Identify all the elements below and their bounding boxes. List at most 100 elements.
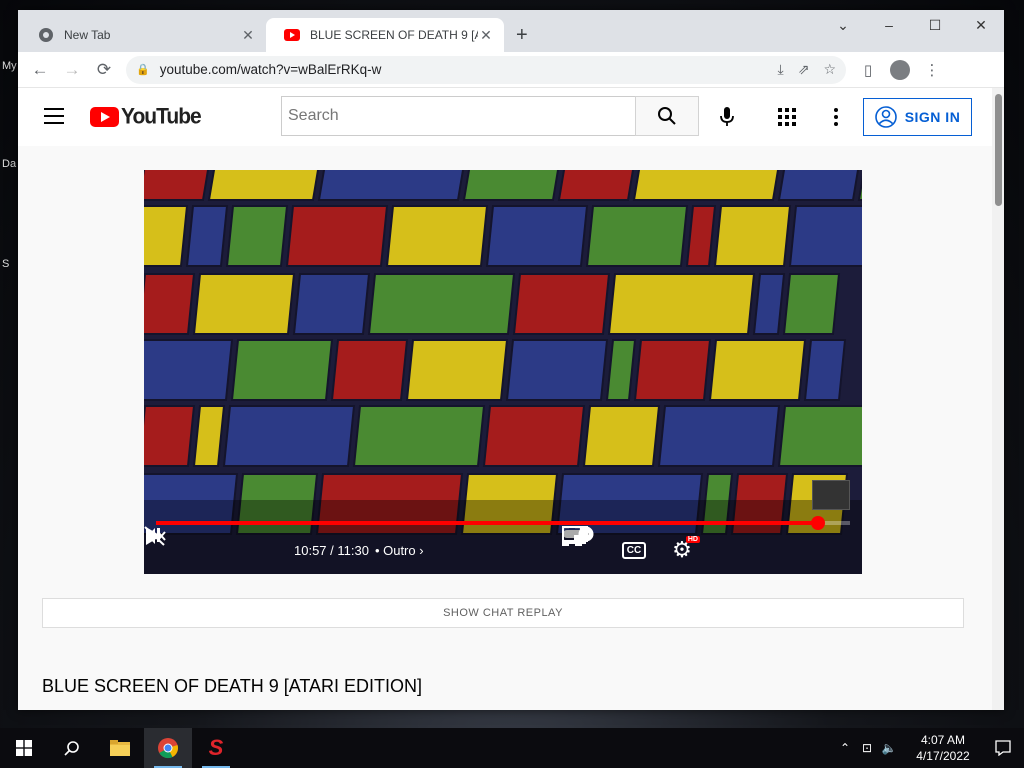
voice-search-button[interactable]: [708, 98, 746, 136]
video-tile: [330, 339, 409, 401]
search-icon: [64, 741, 79, 756]
video-frame-tiles: [144, 170, 862, 574]
sign-in-button[interactable]: SIGN IN: [863, 98, 972, 136]
video-tile: [317, 170, 465, 201]
search-button[interactable]: [635, 96, 699, 136]
video-tile: [144, 205, 189, 267]
browser-menu-icon[interactable]: ⋮: [916, 56, 948, 84]
desktop-label[interactable]: My: [2, 60, 17, 72]
video-tile: [782, 273, 841, 335]
video-tile: [557, 170, 635, 201]
video-tile: [230, 339, 334, 401]
video-tile: [752, 273, 786, 335]
url-text: youtube.com/watch?v=wBalErRKq-w: [159, 62, 382, 77]
show-chat-replay-button[interactable]: SHOW CHAT REPLAY: [42, 598, 964, 628]
reload-button[interactable]: ⟳: [88, 56, 120, 84]
search-input[interactable]: Search: [281, 96, 636, 136]
fullscreen-button[interactable]: [562, 526, 850, 574]
video-tile: [505, 339, 609, 401]
page-scrollbar[interactable]: [992, 88, 1004, 710]
miniplayer-button[interactable]: [562, 526, 754, 574]
side-panel-icon[interactable]: ▯: [852, 56, 884, 84]
youtube-play-logo-icon: [90, 107, 119, 127]
video-tile: [222, 405, 356, 467]
bookmark-star-icon[interactable]: ☆: [823, 61, 836, 78]
next-button[interactable]: [146, 526, 240, 574]
app-s-taskbar-button[interactable]: S: [192, 728, 240, 768]
video-tile: [207, 170, 320, 201]
search-button-taskbar[interactable]: [48, 728, 96, 768]
settings-button[interactable]: ⚙ HD: [658, 526, 706, 574]
video-player[interactable]: 10:57 / 11:30 • Outro › CC ⚙ HD: [144, 170, 862, 574]
video-tile: [777, 405, 862, 467]
progress-bar[interactable]: [156, 516, 850, 530]
tab-title: BLUE SCREEN OF DEATH 9 [ATARI: [310, 28, 478, 42]
video-tile: [144, 339, 234, 401]
hamburger-menu-icon[interactable]: [44, 108, 64, 124]
clock-time: 4:07 AM: [920, 733, 966, 747]
volume-muted-icon: [144, 526, 166, 546]
scrollbar-thumb[interactable]: [995, 94, 1002, 206]
time-display: 10:57 / 11:30: [294, 542, 369, 558]
maximize-button[interactable]: ☐: [912, 10, 958, 40]
folder-icon: [110, 740, 130, 756]
progress-fill: [156, 521, 818, 525]
desktop-label[interactable]: Da: [2, 158, 16, 170]
tab-title: New Tab: [64, 28, 111, 42]
video-tile: [582, 405, 661, 467]
back-button[interactable]: ←: [24, 56, 56, 84]
video-tile: [605, 339, 637, 401]
close-icon[interactable]: ✕: [478, 27, 494, 44]
video-tile: [632, 170, 780, 201]
volume-icon[interactable]: 🔈: [878, 741, 900, 755]
video-tile: [144, 170, 210, 201]
new-tab-button[interactable]: +: [516, 24, 528, 47]
video-tile: [225, 205, 289, 267]
tab-new-tab[interactable]: New Tab ✕: [20, 18, 266, 52]
more-options-icon[interactable]: [822, 105, 850, 129]
user-circle-icon: [874, 106, 897, 128]
install-icon[interactable]: ⤓: [778, 61, 784, 78]
lock-icon[interactable]: 🔒: [136, 63, 150, 76]
mute-button[interactable]: [144, 526, 288, 574]
player-controls: 10:57 / 11:30 • Outro › CC ⚙ HD: [144, 526, 862, 574]
chrome-icon: [158, 738, 178, 759]
hd-badge: HD: [685, 536, 700, 543]
address-bar[interactable]: 🔒 youtube.com/watch?v=wBalErRKq-w ⤓ ⇗ ☆: [126, 55, 846, 84]
close-window-button[interactable]: ✕: [958, 10, 1004, 40]
tab-youtube-video[interactable]: BLUE SCREEN OF DEATH 9 [ATARI ✕: [266, 18, 504, 52]
chrome-taskbar-button[interactable]: [144, 728, 192, 768]
profile-avatar[interactable]: [884, 56, 916, 84]
video-tile: [685, 205, 717, 267]
chapter-title[interactable]: • Outro ›: [375, 543, 424, 558]
browser-window: New Tab ✕ BLUE SCREEN OF DEATH 9 [ATARI …: [18, 10, 1004, 710]
red-s-app-icon: S: [208, 735, 224, 760]
window-controls: ⌄ – ☐ ✕: [820, 10, 1004, 40]
forward-button[interactable]: →: [56, 56, 88, 84]
theater-mode-button[interactable]: [562, 526, 802, 574]
close-icon[interactable]: ✕: [240, 27, 256, 44]
clock[interactable]: 4:07 AM 4/17/2022: [904, 732, 982, 764]
notifications-button[interactable]: [982, 740, 1024, 756]
youtube-logo[interactable]: YouTube: [90, 104, 202, 129]
video-tile: [192, 273, 296, 335]
tab-search-icon[interactable]: ⌄: [820, 10, 866, 40]
video-tile: [405, 339, 509, 401]
network-icon[interactable]: ⊡: [856, 741, 878, 755]
search-icon: [658, 107, 676, 125]
desktop-label[interactable]: S: [2, 258, 9, 270]
file-explorer-button[interactable]: [96, 728, 144, 768]
start-button[interactable]: [0, 728, 48, 768]
video-tile: [462, 170, 560, 201]
desktop-icons-edge: My Da S: [0, 0, 18, 710]
system-tray: ⌃ ⊡ 🔈 4:07 AM 4/17/2022: [834, 728, 1024, 768]
share-icon[interactable]: ⇗: [798, 61, 810, 78]
microphone-icon: [720, 107, 734, 126]
video-tile: [292, 273, 371, 335]
captions-button[interactable]: CC: [610, 526, 658, 574]
chevron-up-icon[interactable]: ⌃: [834, 741, 856, 755]
video-tile: [857, 175, 862, 201]
apps-grid-icon[interactable]: [773, 105, 801, 129]
youtube-favicon-icon: [284, 29, 300, 41]
minimize-button[interactable]: –: [866, 10, 912, 40]
